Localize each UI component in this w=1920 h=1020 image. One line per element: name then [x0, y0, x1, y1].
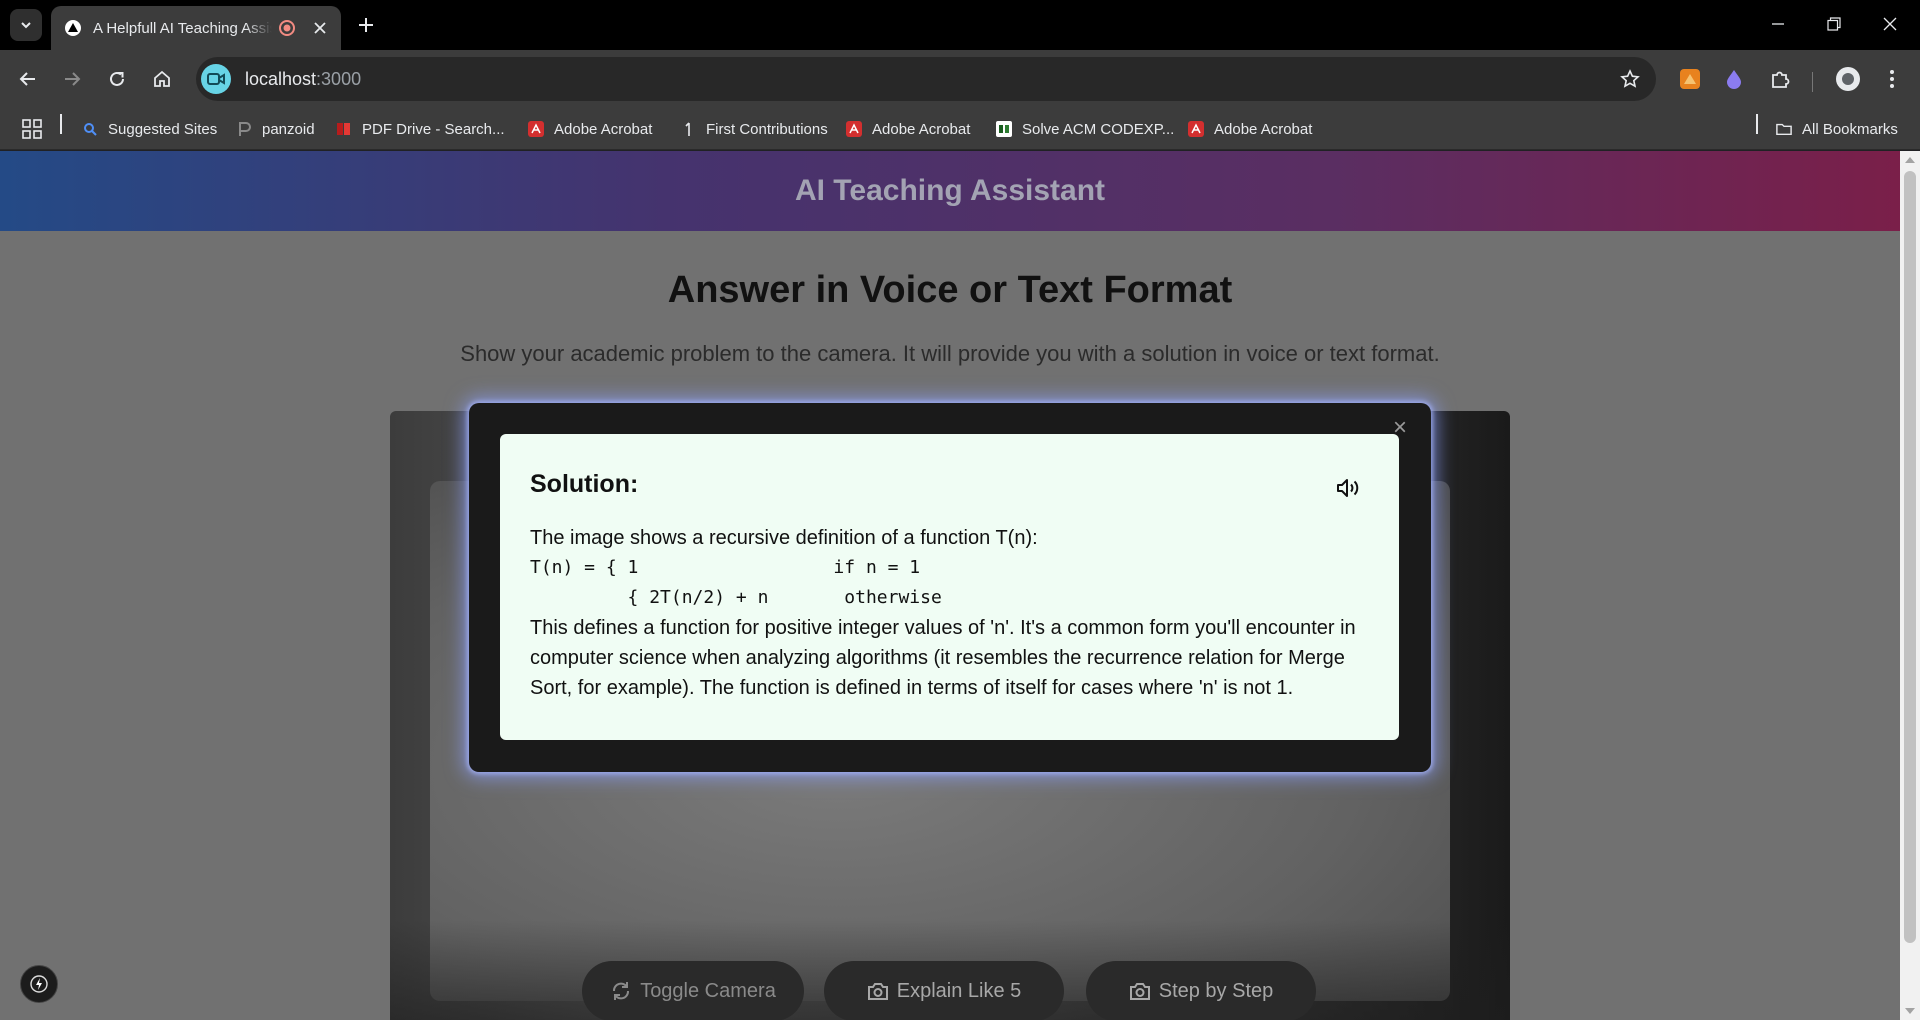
recording-indicator-icon — [278, 19, 296, 37]
tab-close-icon[interactable] — [310, 17, 331, 39]
back-button[interactable] — [12, 63, 44, 95]
reload-button[interactable] — [101, 63, 133, 95]
solution-card: Solution: The image shows a recursive de… — [500, 434, 1399, 740]
solution-code-line: T(n) = { 1 if n = 1 — [530, 557, 921, 578]
forward-button[interactable] — [56, 63, 88, 95]
adobe-acrobat-icon — [846, 121, 862, 137]
dev-tools-lightning-icon[interactable] — [20, 965, 58, 1003]
adobe-acrobat-icon — [1188, 121, 1204, 137]
bookmark-label: Suggested Sites — [108, 120, 218, 138]
camera-in-use-icon[interactable] — [201, 64, 231, 94]
page-subtitle: Show your academic problem to the camera… — [460, 341, 1440, 366]
browser-toolbar: localhost:3000 — [0, 50, 1920, 108]
bookmark-panzoid[interactable]: panzoid — [236, 116, 315, 142]
restore-button[interactable] — [1816, 8, 1852, 40]
scroll-thumb[interactable] — [1904, 171, 1916, 943]
bookmarks-separator — [1756, 114, 1758, 134]
bookmark-label: panzoid — [262, 120, 315, 138]
url-host: localhost — [245, 68, 317, 89]
solution-code-line: { 2T(n/2) + n otherwise — [530, 587, 942, 608]
solution-explanation: This defines a function for positive int… — [530, 617, 1356, 699]
solution-intro: The image shows a recursive definition o… — [530, 527, 1038, 549]
active-tab[interactable]: A Helpfull AI Teaching Assistant — [51, 6, 341, 50]
extension-metamask-icon[interactable] — [1674, 63, 1706, 95]
solution-heading: Solution: — [530, 470, 639, 498]
toolbar-separator — [1812, 72, 1813, 92]
scroll-down-arrow-icon[interactable] — [1905, 1008, 1915, 1014]
camera-icon — [1129, 980, 1151, 1002]
pdf-drive-icon — [336, 121, 352, 137]
step-by-step-button[interactable]: Step by Step — [1086, 961, 1316, 1020]
close-icon — [1883, 17, 1897, 31]
bookmarks-bar: Suggested Sites panzoid PDF Drive - Sear… — [0, 108, 1920, 150]
address-bar[interactable]: localhost:3000 — [196, 57, 1656, 101]
apps-grid-icon[interactable] — [22, 116, 42, 142]
folder-icon — [1776, 121, 1792, 137]
panzoid-icon — [236, 121, 252, 137]
bookmark-adobe-acrobat-1[interactable]: Adobe Acrobat — [528, 116, 652, 142]
search-icon — [82, 121, 98, 137]
page-scrollbar[interactable] — [1900, 151, 1920, 1020]
url-port: :3000 — [316, 68, 362, 89]
tab-title: A Helpfull AI Teaching Assistant — [93, 19, 272, 37]
bookmark-star-button[interactable] — [1616, 65, 1644, 93]
site-favicon-icon — [65, 20, 81, 36]
chevron-down-icon — [21, 22, 31, 29]
bookmark-label: Adobe Acrobat — [554, 120, 653, 138]
plus-icon — [359, 18, 373, 32]
bookmark-label: Adobe Acrobat — [1214, 120, 1313, 138]
tab-strip: A Helpfull AI Teaching Assistant — [0, 0, 1920, 50]
explain-like-5-label: Explain Like 5 — [896, 979, 1022, 1002]
speaker-icon[interactable] — [1335, 474, 1363, 502]
minimize-icon — [1772, 23, 1784, 25]
bookmark-adobe-acrobat-3[interactable]: Adobe Acrobat — [1188, 116, 1312, 142]
explain-like-5-button[interactable]: Explain Like 5 — [824, 961, 1064, 1020]
camera-icon — [867, 980, 889, 1002]
page-title: Answer in Voice or Text Format — [667, 269, 1233, 311]
adobe-acrobat-icon — [528, 121, 544, 137]
arrow-right-icon — [65, 72, 81, 86]
bookmark-label: Solve ACM CODEXP... — [1022, 120, 1175, 138]
all-bookmarks[interactable]: All Bookmarks — [1776, 116, 1898, 142]
app-header-title: AI Teaching Assistant — [794, 174, 1106, 207]
extensions-puzzle-icon[interactable] — [1764, 63, 1796, 95]
rotate-camera-icon — [610, 980, 632, 1002]
url-text: localhost:3000 — [245, 69, 361, 90]
profile-avatar[interactable] — [1832, 63, 1864, 95]
app-header: AI Teaching Assistant — [0, 151, 1900, 231]
scroll-up-arrow-icon[interactable] — [1905, 157, 1915, 163]
arrow-left-icon — [19, 72, 35, 86]
extension-droplet-icon[interactable] — [1718, 63, 1750, 95]
bookmark-label: Adobe Acrobat — [872, 120, 971, 138]
bookmark-label: PDF Drive - Search... — [362, 120, 505, 138]
close-window-button[interactable] — [1872, 8, 1908, 40]
bookmark-first-contributions[interactable]: First Contributions — [680, 116, 828, 142]
reload-icon — [110, 71, 124, 86]
home-button[interactable] — [146, 63, 178, 95]
step-by-step-label: Step by Step — [1158, 979, 1274, 1002]
toggle-camera-label: Toggle Camera — [640, 979, 776, 1002]
bookmark-solve-acm[interactable]: Solve ACM CODEXP... — [996, 116, 1174, 142]
tab-search-button[interactable] — [10, 9, 42, 41]
home-icon — [154, 70, 170, 87]
bookmark-pdf-drive[interactable]: PDF Drive - Search... — [336, 116, 505, 142]
restore-icon — [1827, 17, 1841, 31]
bookmark-suggested-sites[interactable]: Suggested Sites — [82, 116, 217, 142]
toggle-camera-button[interactable]: Toggle Camera — [582, 961, 804, 1020]
bookmarks-separator — [60, 114, 62, 134]
star-icon — [1620, 69, 1640, 88]
first-contributions-icon — [680, 121, 696, 137]
new-tab-button[interactable] — [352, 11, 380, 39]
page-content: AI Teaching Assistant Answer in Voice or… — [0, 151, 1900, 1020]
minimize-button[interactable] — [1760, 8, 1796, 40]
codechef-icon — [996, 121, 1012, 137]
bookmark-adobe-acrobat-2[interactable]: Adobe Acrobat — [846, 116, 970, 142]
bookmark-label: First Contributions — [706, 120, 828, 138]
more-menu-icon[interactable] — [1876, 63, 1908, 95]
all-bookmarks-label: All Bookmarks — [1802, 120, 1898, 138]
solution-modal: × Solution: The image shows a recursive … — [469, 403, 1431, 772]
solution-body: The image shows a recursive definition o… — [530, 523, 1369, 703]
